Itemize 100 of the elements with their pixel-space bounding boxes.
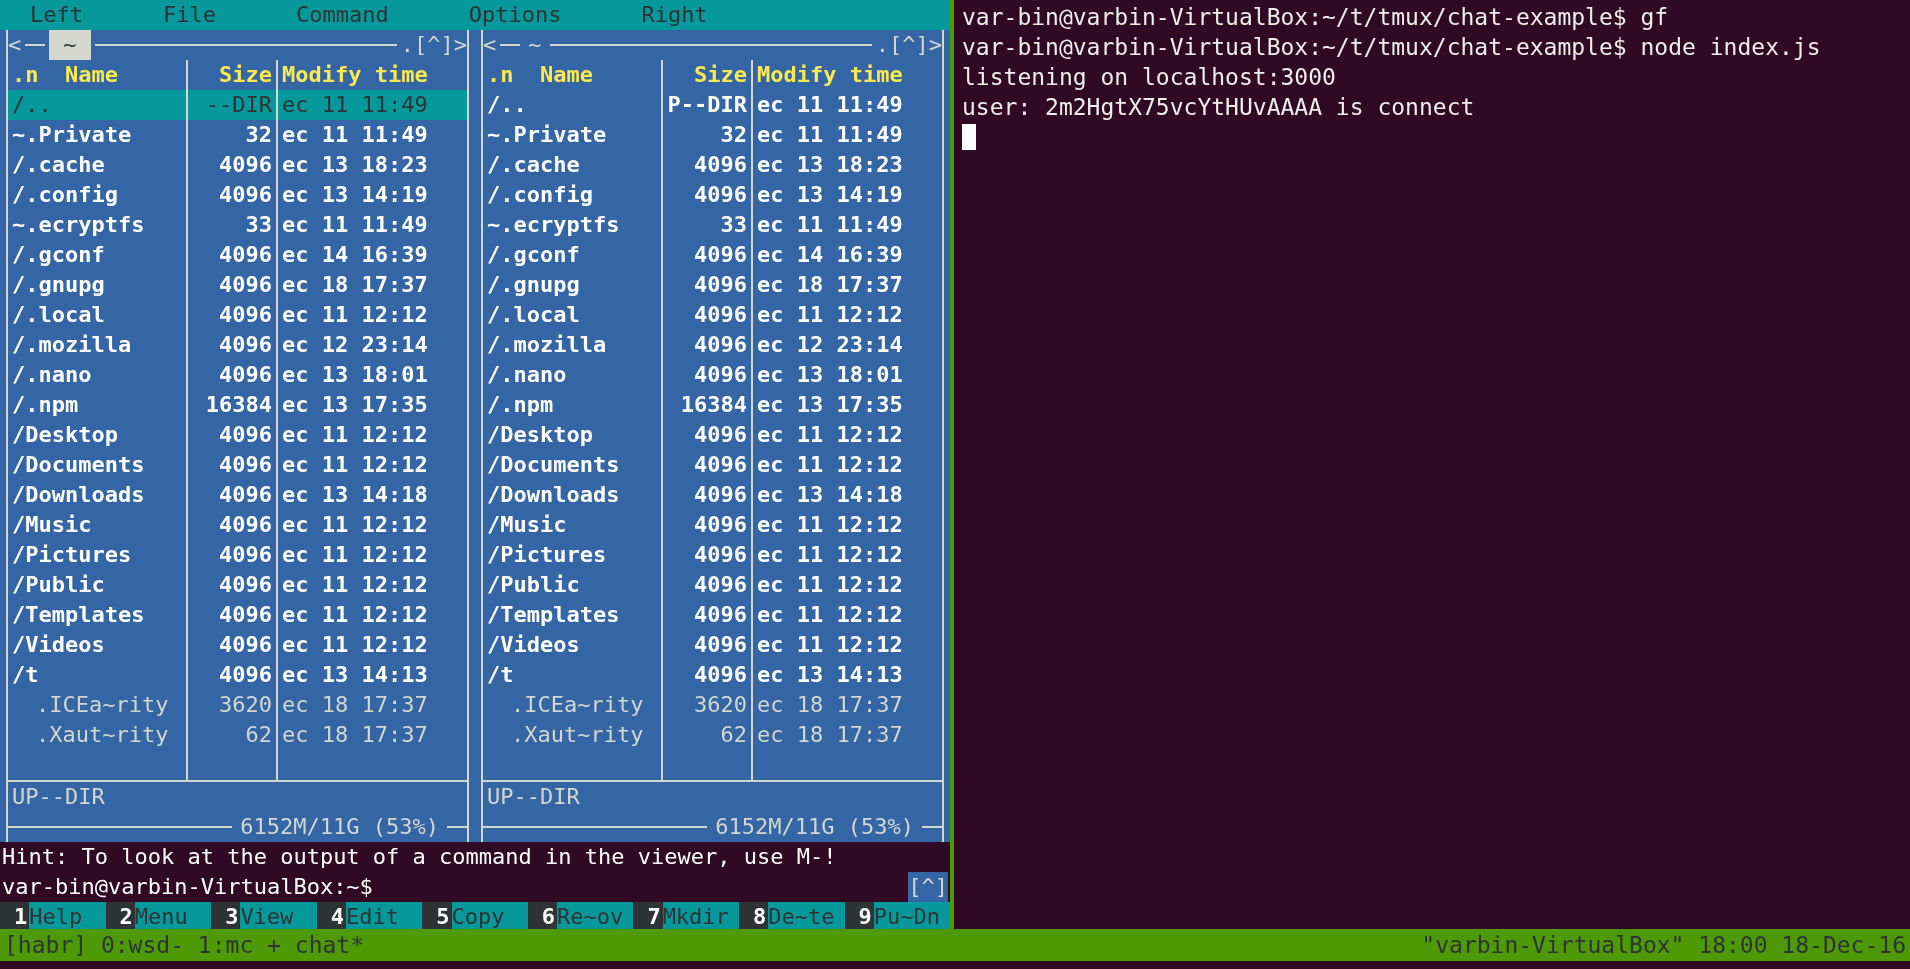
file-row[interactable]: /Public 4096 ec 11 12:12 <box>483 570 942 600</box>
panel-nav-left[interactable]: < <box>8 30 22 60</box>
file-row[interactable]: ~.Private 32 ec 11 11:49 <box>8 120 467 150</box>
file-row[interactable]: ~.Private 32 ec 11 11:49 <box>483 120 942 150</box>
file-name: /.cache <box>8 150 188 180</box>
file-row[interactable]: /.gnupg 4096 ec 18 17:37 <box>8 270 467 300</box>
file-row[interactable]: /Public 4096 ec 11 12:12 <box>8 570 467 600</box>
file-row[interactable]: /.mozilla 4096 ec 12 23:14 <box>483 330 942 360</box>
file-time: ec 13 18:23 <box>281 151 429 179</box>
file-name: /Desktop <box>8 420 188 450</box>
file-row[interactable]: /Pictures 4096 ec 11 12:12 <box>483 540 942 570</box>
file-time: ec 13 17:35 <box>281 391 429 419</box>
file-row[interactable]: /.gconf 4096 ec 14 16:39 <box>483 240 942 270</box>
file-row[interactable]: /.. --DIR ec 11 11:49 <box>8 90 467 120</box>
file-row[interactable]: /Documents 4096 ec 11 12:12 <box>483 450 942 480</box>
function-key[interactable]: Re~ov <box>557 902 634 932</box>
file-row[interactable]: /Downloads 4096 ec 13 14:18 <box>8 480 467 510</box>
panel-nav-left[interactable]: < <box>483 30 497 60</box>
file-row[interactable]: /Desktop 4096 ec 11 12:12 <box>8 420 467 450</box>
file-row[interactable]: /.local 4096 ec 11 12:12 <box>483 300 942 330</box>
file-time: ec 11 11:49 <box>756 121 904 149</box>
file-size: 4096 <box>188 540 278 570</box>
file-row[interactable]: /.. P--DIR ec 11 11:49 <box>483 90 942 120</box>
file-name: /Public <box>483 570 663 600</box>
file-size: 16384 <box>188 390 278 420</box>
file-size: 4096 <box>663 420 753 450</box>
file-time: ec 18 17:37 <box>756 271 904 299</box>
command-prompt[interactable]: var-bin@varbin-VirtualBox:~$ <box>2 872 373 902</box>
file-time: ec 18 17:37 <box>281 691 429 719</box>
function-key[interactable]: Help <box>29 902 106 932</box>
file-row[interactable]: /t 4096 ec 13 14:13 <box>8 660 467 690</box>
file-row[interactable]: /.config 4096 ec 13 14:19 <box>8 180 467 210</box>
file-row[interactable]: /.cache 4096 ec 13 18:23 <box>483 150 942 180</box>
file-time: ec 18 17:37 <box>756 691 904 719</box>
file-row[interactable]: /.nano 4096 ec 13 18:01 <box>8 360 467 390</box>
file-row[interactable]: /Desktop 4096 ec 11 12:12 <box>483 420 942 450</box>
file-row[interactable]: /Templates 4096 ec 11 12:12 <box>8 600 467 630</box>
menu-item[interactable]: Left <box>30 0 83 30</box>
file-row[interactable]: ~.ecryptfs 33 ec 11 11:49 <box>8 210 467 240</box>
file-time: ec 11 12:12 <box>281 301 429 329</box>
file-row[interactable]: /Pictures 4096 ec 11 12:12 <box>8 540 467 570</box>
file-time: ec 13 14:13 <box>281 661 429 689</box>
column-header[interactable]: Modify time <box>753 60 942 90</box>
file-row[interactable]: /t 4096 ec 13 14:13 <box>483 660 942 690</box>
function-key[interactable]: Mkdir <box>662 902 739 932</box>
file-row[interactable]: .Xaut~rity 62 ec 18 17:37 <box>483 720 942 750</box>
menu-item[interactable]: Right <box>641 0 708 30</box>
column-header[interactable]: .n Name <box>483 60 663 90</box>
file-size: 3620 <box>663 690 753 720</box>
file-name: /.nano <box>483 360 663 390</box>
function-key[interactable]: Edit <box>345 902 423 932</box>
menu-item[interactable]: Options <box>468 0 562 30</box>
file-row[interactable]: /.nano 4096 ec 13 18:01 <box>483 360 942 390</box>
menu-item[interactable]: Command <box>295 0 389 30</box>
file-name: /.. <box>483 90 663 120</box>
file-row[interactable]: /.gconf 4096 ec 14 16:39 <box>8 240 467 270</box>
file-row[interactable]: /.npm 16384 ec 13 17:35 <box>483 390 942 420</box>
file-size: 4096 <box>663 510 753 540</box>
panel-path: ~ <box>49 30 91 60</box>
file-row[interactable]: /Music 4096 ec 11 12:12 <box>8 510 467 540</box>
file-name: /Public <box>8 570 188 600</box>
file-row[interactable]: /.gnupg 4096 ec 18 17:37 <box>483 270 942 300</box>
file-time: ec 18 17:37 <box>281 721 429 749</box>
column-header[interactable]: Modify time <box>278 60 467 90</box>
file-time: ec 11 12:12 <box>756 451 904 479</box>
file-time: ec 11 11:49 <box>756 91 904 119</box>
file-name: /Videos <box>8 630 188 660</box>
file-name: /.gnupg <box>483 270 663 300</box>
file-row[interactable]: /.npm 16384 ec 13 17:35 <box>8 390 467 420</box>
file-row[interactable]: .Xaut~rity 62 ec 18 17:37 <box>8 720 467 750</box>
function-key[interactable]: Pu~Dn <box>873 902 951 932</box>
file-row[interactable]: /.mozilla 4096 ec 12 23:14 <box>8 330 467 360</box>
file-row[interactable]: ~.ecryptfs 33 ec 11 11:49 <box>483 210 942 240</box>
column-header[interactable]: Size <box>663 60 753 90</box>
file-row[interactable]: /.cache 4096 ec 13 18:23 <box>8 150 467 180</box>
file-row[interactable]: /Videos 4096 ec 11 12:12 <box>8 630 467 660</box>
panel-nav-right[interactable]: .[^]> <box>875 30 942 60</box>
panel-nav-right[interactable]: .[^]> <box>400 30 467 60</box>
function-key[interactable]: De~te <box>768 902 845 932</box>
file-size: 4096 <box>663 570 753 600</box>
file-row[interactable]: /Templates 4096 ec 11 12:12 <box>483 600 942 630</box>
file-row[interactable]: .ICEa~rity 3620 ec 18 17:37 <box>8 690 467 720</box>
file-name: /Pictures <box>8 540 188 570</box>
file-row[interactable]: /Music 4096 ec 11 12:12 <box>483 510 942 540</box>
file-size: 4096 <box>188 570 278 600</box>
function-key[interactable]: Copy <box>451 902 528 932</box>
function-key[interactable]: Menu <box>134 902 212 932</box>
file-row[interactable]: /Downloads 4096 ec 13 14:18 <box>483 480 942 510</box>
file-row[interactable]: /.config 4096 ec 13 14:19 <box>483 180 942 210</box>
file-row[interactable]: /Videos 4096 ec 11 12:12 <box>483 630 942 660</box>
file-name: /Documents <box>483 450 663 480</box>
file-size: 4096 <box>663 270 753 300</box>
file-row[interactable]: /.local 4096 ec 11 12:12 <box>8 300 467 330</box>
prompt-button[interactable]: [^] <box>908 872 948 902</box>
menu-item[interactable]: File <box>163 0 216 30</box>
file-name: /Music <box>483 510 663 540</box>
function-key[interactable]: View <box>240 902 317 932</box>
file-time: ec 11 12:12 <box>756 541 904 569</box>
file-row[interactable]: .ICEa~rity 3620 ec 18 17:37 <box>483 690 942 720</box>
file-row[interactable]: /Documents 4096 ec 11 12:12 <box>8 450 467 480</box>
